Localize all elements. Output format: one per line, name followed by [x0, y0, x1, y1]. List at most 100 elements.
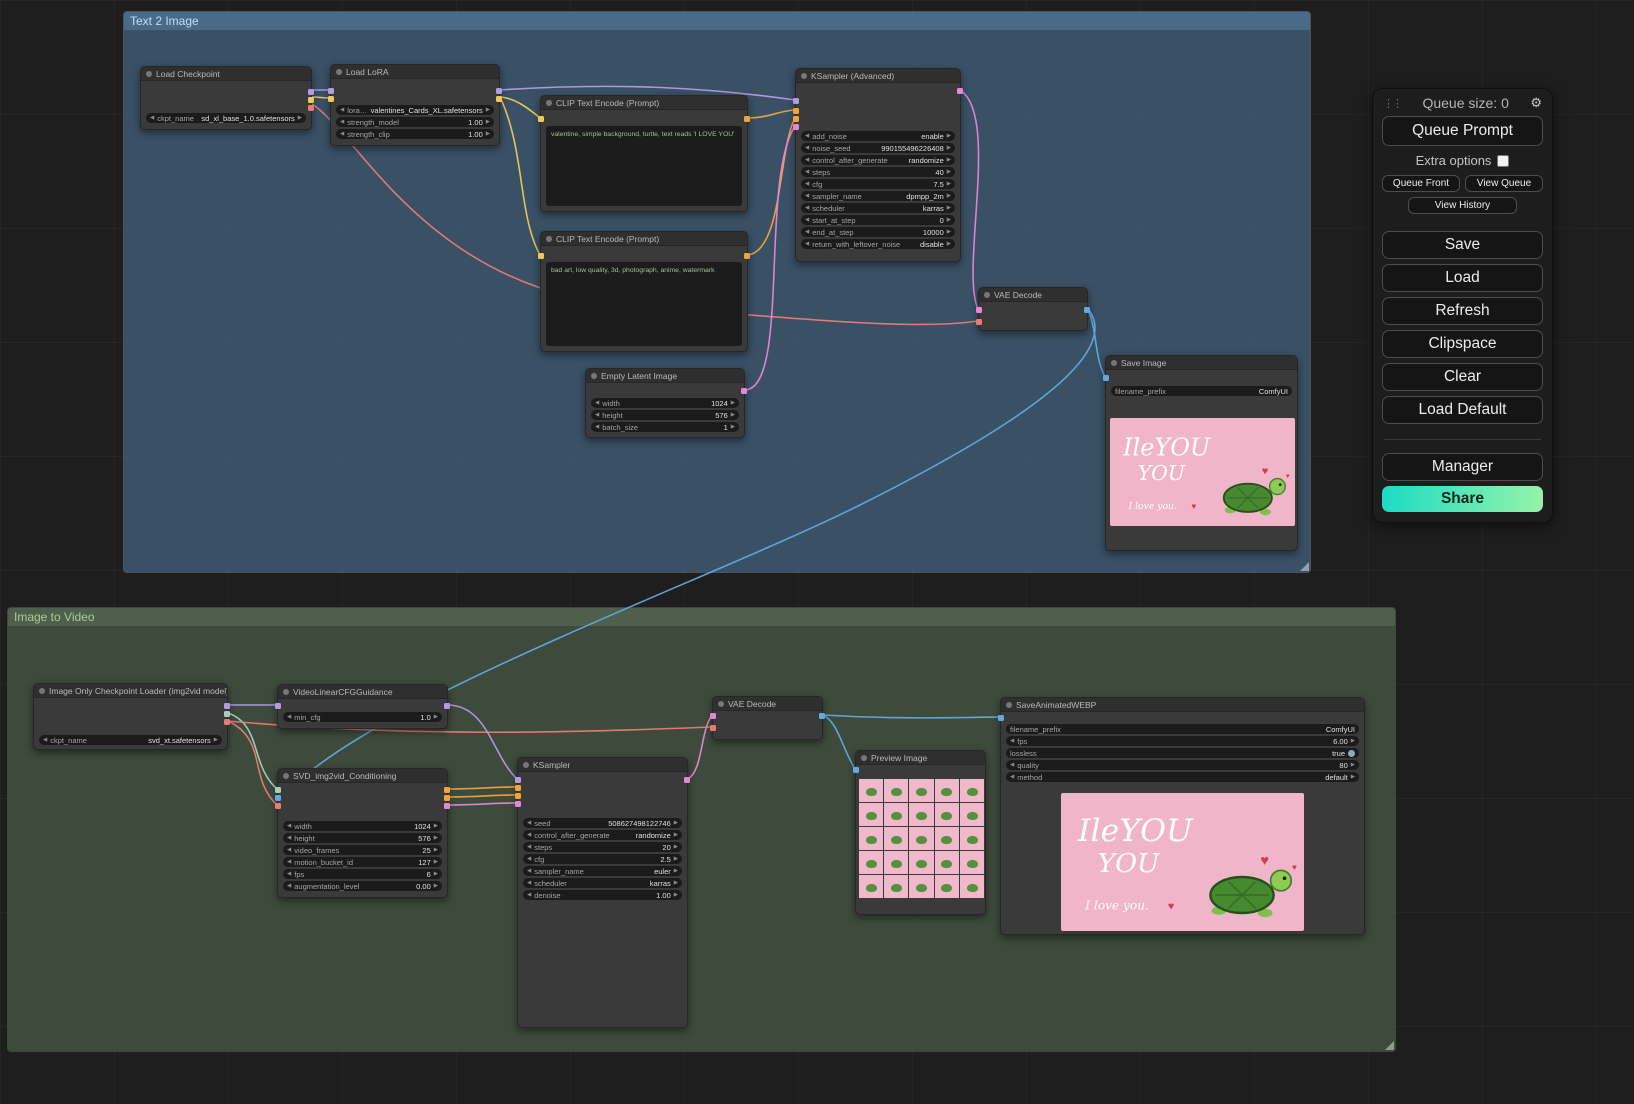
decrement-arrow-icon[interactable]: ◀: [340, 107, 344, 113]
decrement-arrow-icon[interactable]: ◀: [287, 871, 291, 877]
widget-motion_bucket_id[interactable]: ◀motion_bucket_id127▶: [283, 857, 442, 867]
increment-arrow-icon[interactable]: ▶: [947, 193, 951, 199]
node-clip-text-encode-positive[interactable]: CLIP Text Encode (Prompt) valentine, sim…: [540, 95, 748, 212]
model-output-slot[interactable]: [496, 88, 502, 94]
node-title-bar[interactable]: Image Only Checkpoint Loader (img2vid mo…: [34, 684, 227, 698]
increment-arrow-icon[interactable]: ▶: [947, 241, 951, 247]
node-title-bar[interactable]: VAE Decode: [713, 697, 822, 711]
widget-min_cfg[interactable]: ◀min_cfg1.0▶: [283, 712, 442, 722]
increment-arrow-icon[interactable]: ▶: [434, 859, 438, 865]
widget-strength_clip[interactable]: ◀strength_clip1.00▶: [336, 129, 494, 139]
increment-arrow-icon[interactable]: ▶: [947, 181, 951, 187]
collapse-dot[interactable]: [283, 773, 289, 779]
decrement-arrow-icon[interactable]: ◀: [287, 714, 291, 720]
increment-arrow-icon[interactable]: ▶: [434, 714, 438, 720]
samples-input-slot[interactable]: [710, 713, 716, 719]
collapse-dot[interactable]: [801, 73, 807, 79]
node-title-bar[interactable]: VAE Decode: [979, 288, 1087, 302]
vae-input-slot[interactable]: [976, 319, 982, 325]
load-button[interactable]: Load: [1382, 264, 1543, 292]
increment-arrow-icon[interactable]: ▶: [486, 131, 490, 137]
decrement-arrow-icon[interactable]: ◀: [43, 737, 47, 743]
vae-output-slot[interactable]: [224, 719, 230, 725]
clip-output-slot[interactable]: [308, 97, 314, 103]
decrement-arrow-icon[interactable]: ◀: [805, 205, 809, 211]
widget-end_at_step[interactable]: ◀end_at_step10000▶: [801, 227, 955, 237]
decrement-arrow-icon[interactable]: ◀: [1010, 774, 1014, 780]
collapse-dot[interactable]: [336, 69, 342, 75]
increment-arrow-icon[interactable]: ▶: [486, 119, 490, 125]
widget-width[interactable]: ◀width1024▶: [283, 821, 442, 831]
increment-arrow-icon[interactable]: ▶: [731, 400, 735, 406]
latent-image-input-slot[interactable]: [515, 801, 521, 807]
latent-output-slot[interactable]: [684, 777, 690, 783]
node-load-lora[interactable]: Load LoRA ◀lora_namevalentines_Cards_XL.…: [330, 64, 500, 146]
widget-quality[interactable]: ◀quality80▶: [1006, 760, 1359, 770]
widget-lora_name[interactable]: ◀lora_namevalentines_Cards_XL.safetensor…: [336, 105, 494, 115]
clip-output-slot[interactable]: [496, 96, 502, 102]
decrement-arrow-icon[interactable]: ◀: [805, 169, 809, 175]
increment-arrow-icon[interactable]: ▶: [947, 217, 951, 223]
increment-arrow-icon[interactable]: ▶: [731, 424, 735, 430]
decrement-arrow-icon[interactable]: ◀: [805, 145, 809, 151]
node-vae-decode-bottom[interactable]: VAE Decode: [712, 696, 823, 740]
decrement-arrow-icon[interactable]: ◀: [527, 868, 531, 874]
collapse-dot[interactable]: [39, 688, 45, 694]
increment-arrow-icon[interactable]: ▶: [674, 868, 678, 874]
increment-arrow-icon[interactable]: ▶: [1351, 774, 1355, 780]
collapse-dot[interactable]: [1006, 702, 1012, 708]
widget-sampler_name[interactable]: ◀sampler_namedpmpp_2m▶: [801, 191, 955, 201]
vae-input-slot[interactable]: [710, 725, 716, 731]
gear-icon[interactable]: ⚙: [1530, 95, 1542, 111]
clear-button[interactable]: Clear: [1382, 363, 1543, 391]
decrement-arrow-icon[interactable]: ◀: [150, 115, 154, 121]
increment-arrow-icon[interactable]: ▶: [214, 737, 218, 743]
widget-scheduler[interactable]: ◀schedulerkarras▶: [801, 203, 955, 213]
increment-arrow-icon[interactable]: ▶: [674, 856, 678, 862]
model-input-slot[interactable]: [328, 88, 334, 94]
increment-arrow-icon[interactable]: ▶: [298, 115, 302, 121]
decrement-arrow-icon[interactable]: ◀: [595, 424, 599, 430]
image-input-slot[interactable]: [853, 767, 859, 773]
vae-input-slot[interactable]: [275, 803, 281, 809]
increment-arrow-icon[interactable]: ▶: [674, 892, 678, 898]
decrement-arrow-icon[interactable]: ◀: [595, 412, 599, 418]
node-title-bar[interactable]: Empty Latent Image: [586, 369, 744, 383]
node-title-bar[interactable]: Load LoRA: [331, 65, 499, 79]
node-save-image[interactable]: Save Image filename_prefixComfyUI IleYOU…: [1105, 355, 1298, 551]
node-title-bar[interactable]: CLIP Text Encode (Prompt): [541, 96, 747, 110]
widget-fps[interactable]: ◀fps6▶: [283, 869, 442, 879]
decrement-arrow-icon[interactable]: ◀: [527, 892, 531, 898]
decrement-arrow-icon[interactable]: ◀: [805, 133, 809, 139]
vae-output-slot[interactable]: [308, 105, 314, 111]
collapse-dot[interactable]: [984, 292, 990, 298]
increment-arrow-icon[interactable]: ▶: [947, 133, 951, 139]
increment-arrow-icon[interactable]: ▶: [674, 880, 678, 886]
widget-add_noise[interactable]: ◀add_noiseenable▶: [801, 131, 955, 141]
widget-lossless[interactable]: losslesstrue: [1006, 748, 1359, 758]
widget-width[interactable]: ◀width1024▶: [591, 398, 739, 408]
conditioning-output-slot[interactable]: [744, 253, 750, 259]
widget-return_with_leftover_noise[interactable]: ◀return_with_leftover_noisedisable▶: [801, 239, 955, 249]
increment-arrow-icon[interactable]: ▶: [947, 157, 951, 163]
node-clip-text-encode-negative[interactable]: CLIP Text Encode (Prompt) bad art, low q…: [540, 231, 748, 352]
widget-scheduler[interactable]: ◀schedulerkarras▶: [523, 878, 682, 888]
latent-output-slot[interactable]: [957, 88, 963, 94]
node-image-only-checkpoint-loader[interactable]: Image Only Checkpoint Loader (img2vid mo…: [33, 683, 228, 750]
widget-augmentation_level[interactable]: ◀augmentation_level0.00▶: [283, 881, 442, 891]
widget-height[interactable]: ◀height576▶: [591, 410, 739, 420]
collapse-dot[interactable]: [591, 373, 597, 379]
toggle-knob[interactable]: [1348, 750, 1355, 757]
collapse-dot[interactable]: [861, 755, 867, 761]
decrement-arrow-icon[interactable]: ◀: [595, 400, 599, 406]
view-history-button[interactable]: View History: [1408, 197, 1517, 214]
widget-height[interactable]: ◀height576▶: [283, 833, 442, 843]
save-button[interactable]: Save: [1382, 231, 1543, 259]
positive-input-slot[interactable]: [515, 785, 521, 791]
decrement-arrow-icon[interactable]: ◀: [527, 832, 531, 838]
increment-arrow-icon[interactable]: ▶: [434, 847, 438, 853]
node-empty-latent-image[interactable]: Empty Latent Image ◀width1024▶ ◀height576…: [585, 368, 745, 438]
model-output-slot[interactable]: [308, 89, 314, 95]
collapse-dot[interactable]: [718, 701, 724, 707]
positive-prompt-text[interactable]: valentine, simple background, turtle, te…: [546, 126, 742, 206]
